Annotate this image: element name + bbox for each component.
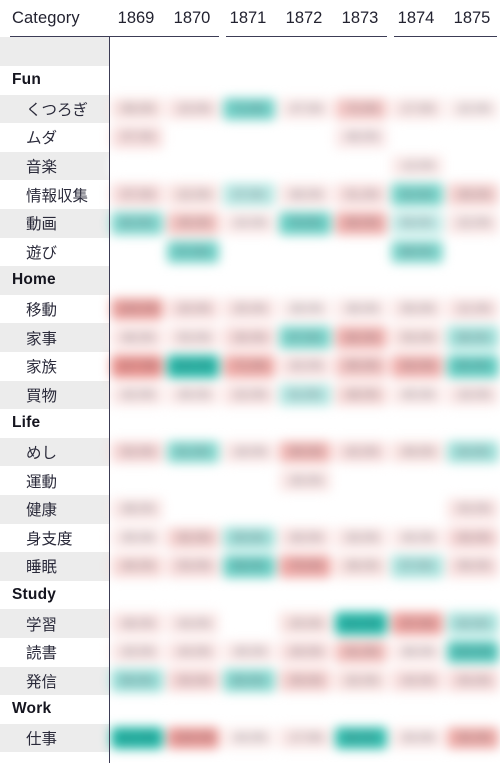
category-row[interactable]: 読書 <box>0 638 500 667</box>
category-row[interactable]: 情報収集 <box>0 180 500 209</box>
header-year-1874[interactable]: 1874 <box>388 9 444 28</box>
group-row-fun[interactable]: Fun <box>0 66 500 95</box>
header-year-1869[interactable]: 1869 <box>108 9 164 28</box>
category-row[interactable]: 学習 <box>0 609 500 638</box>
header-year-1875[interactable]: 1875 <box>444 9 500 28</box>
header-year-list: 1869 1870 1871 1872 1873 1874 1875 <box>108 0 500 37</box>
row-label-layer: Fun くつろぎムダ音楽情報収集動画遊び Home 移動家事家族買物 Life めし運動健… <box>0 37 500 763</box>
category-label: ムダ <box>26 130 58 148</box>
header-year-1870[interactable]: 1870 <box>164 9 220 28</box>
group-label: Fun <box>12 71 42 89</box>
category-label: 学習 <box>26 616 58 634</box>
heatmap-table-screen: Category 1869 1870 1871 1872 1873 1874 1875 -5… <box>0 0 500 763</box>
category-label: 読書 <box>26 645 58 663</box>
category-label: めし <box>26 445 58 463</box>
category-row[interactable]: めし <box>0 438 500 467</box>
category-label: 睡眠 <box>26 559 58 577</box>
group-row-study[interactable]: Study <box>0 581 500 610</box>
column-divider <box>108 37 111 763</box>
group-label: Home <box>12 271 56 289</box>
category-row[interactable]: くつろぎ <box>0 95 500 124</box>
category-label: 移動 <box>26 302 58 320</box>
header-year-1873[interactable]: 1873 <box>332 9 388 28</box>
category-row[interactable]: 仕事 <box>0 724 500 753</box>
category-row[interactable]: 遊び <box>0 238 500 267</box>
category-label: 音楽 <box>26 159 58 177</box>
group-row-home[interactable]: Home <box>0 266 500 295</box>
group-row-work[interactable]: Work <box>0 695 500 724</box>
category-row[interactable]: 家事 <box>0 323 500 352</box>
category-row[interactable]: 買物 <box>0 381 500 410</box>
category-row[interactable]: 健康 <box>0 495 500 524</box>
header-category-label: Category <box>12 9 80 27</box>
header-year-1871[interactable]: 1871 <box>220 9 276 28</box>
table-body[interactable]: -56.0% -23.0% 71.0% -37.0% -72.0% -17.0% -22.0… <box>0 37 500 763</box>
category-row[interactable]: ムダ <box>0 123 500 152</box>
category-label: 運動 <box>26 473 58 491</box>
category-label: 情報収集 <box>26 187 89 205</box>
group-label: Life <box>12 414 41 432</box>
group-label: Study <box>12 585 57 603</box>
table-header: Category 1869 1870 1871 1872 1873 1874 1875 <box>0 0 500 39</box>
group-row-life[interactable]: Life <box>0 409 500 438</box>
category-row[interactable]: 運動 <box>0 466 500 495</box>
category-row[interactable]: 家族 <box>0 352 500 381</box>
category-label: 身支度 <box>26 530 73 548</box>
category-row[interactable]: 動画 <box>0 209 500 238</box>
header-year-1872[interactable]: 1872 <box>276 9 332 28</box>
category-row[interactable]: 身支度 <box>0 524 500 553</box>
category-label: 発信 <box>26 673 58 691</box>
category-label: 遊び <box>26 244 58 262</box>
category-label: 家事 <box>26 330 58 348</box>
category-row[interactable]: 移動 <box>0 295 500 324</box>
group-label: Work <box>12 700 52 718</box>
category-label: 動画 <box>26 216 58 234</box>
category-label: 家族 <box>26 359 58 377</box>
spacer-row <box>0 37 500 66</box>
category-row[interactable]: 睡眠 <box>0 552 500 581</box>
category-label: 健康 <box>26 502 58 520</box>
category-row[interactable]: 発信 <box>0 666 500 695</box>
category-row[interactable]: 音楽 <box>0 152 500 181</box>
category-label: 買物 <box>26 387 58 405</box>
category-label: くつろぎ <box>26 101 89 119</box>
category-label: 仕事 <box>26 730 58 748</box>
